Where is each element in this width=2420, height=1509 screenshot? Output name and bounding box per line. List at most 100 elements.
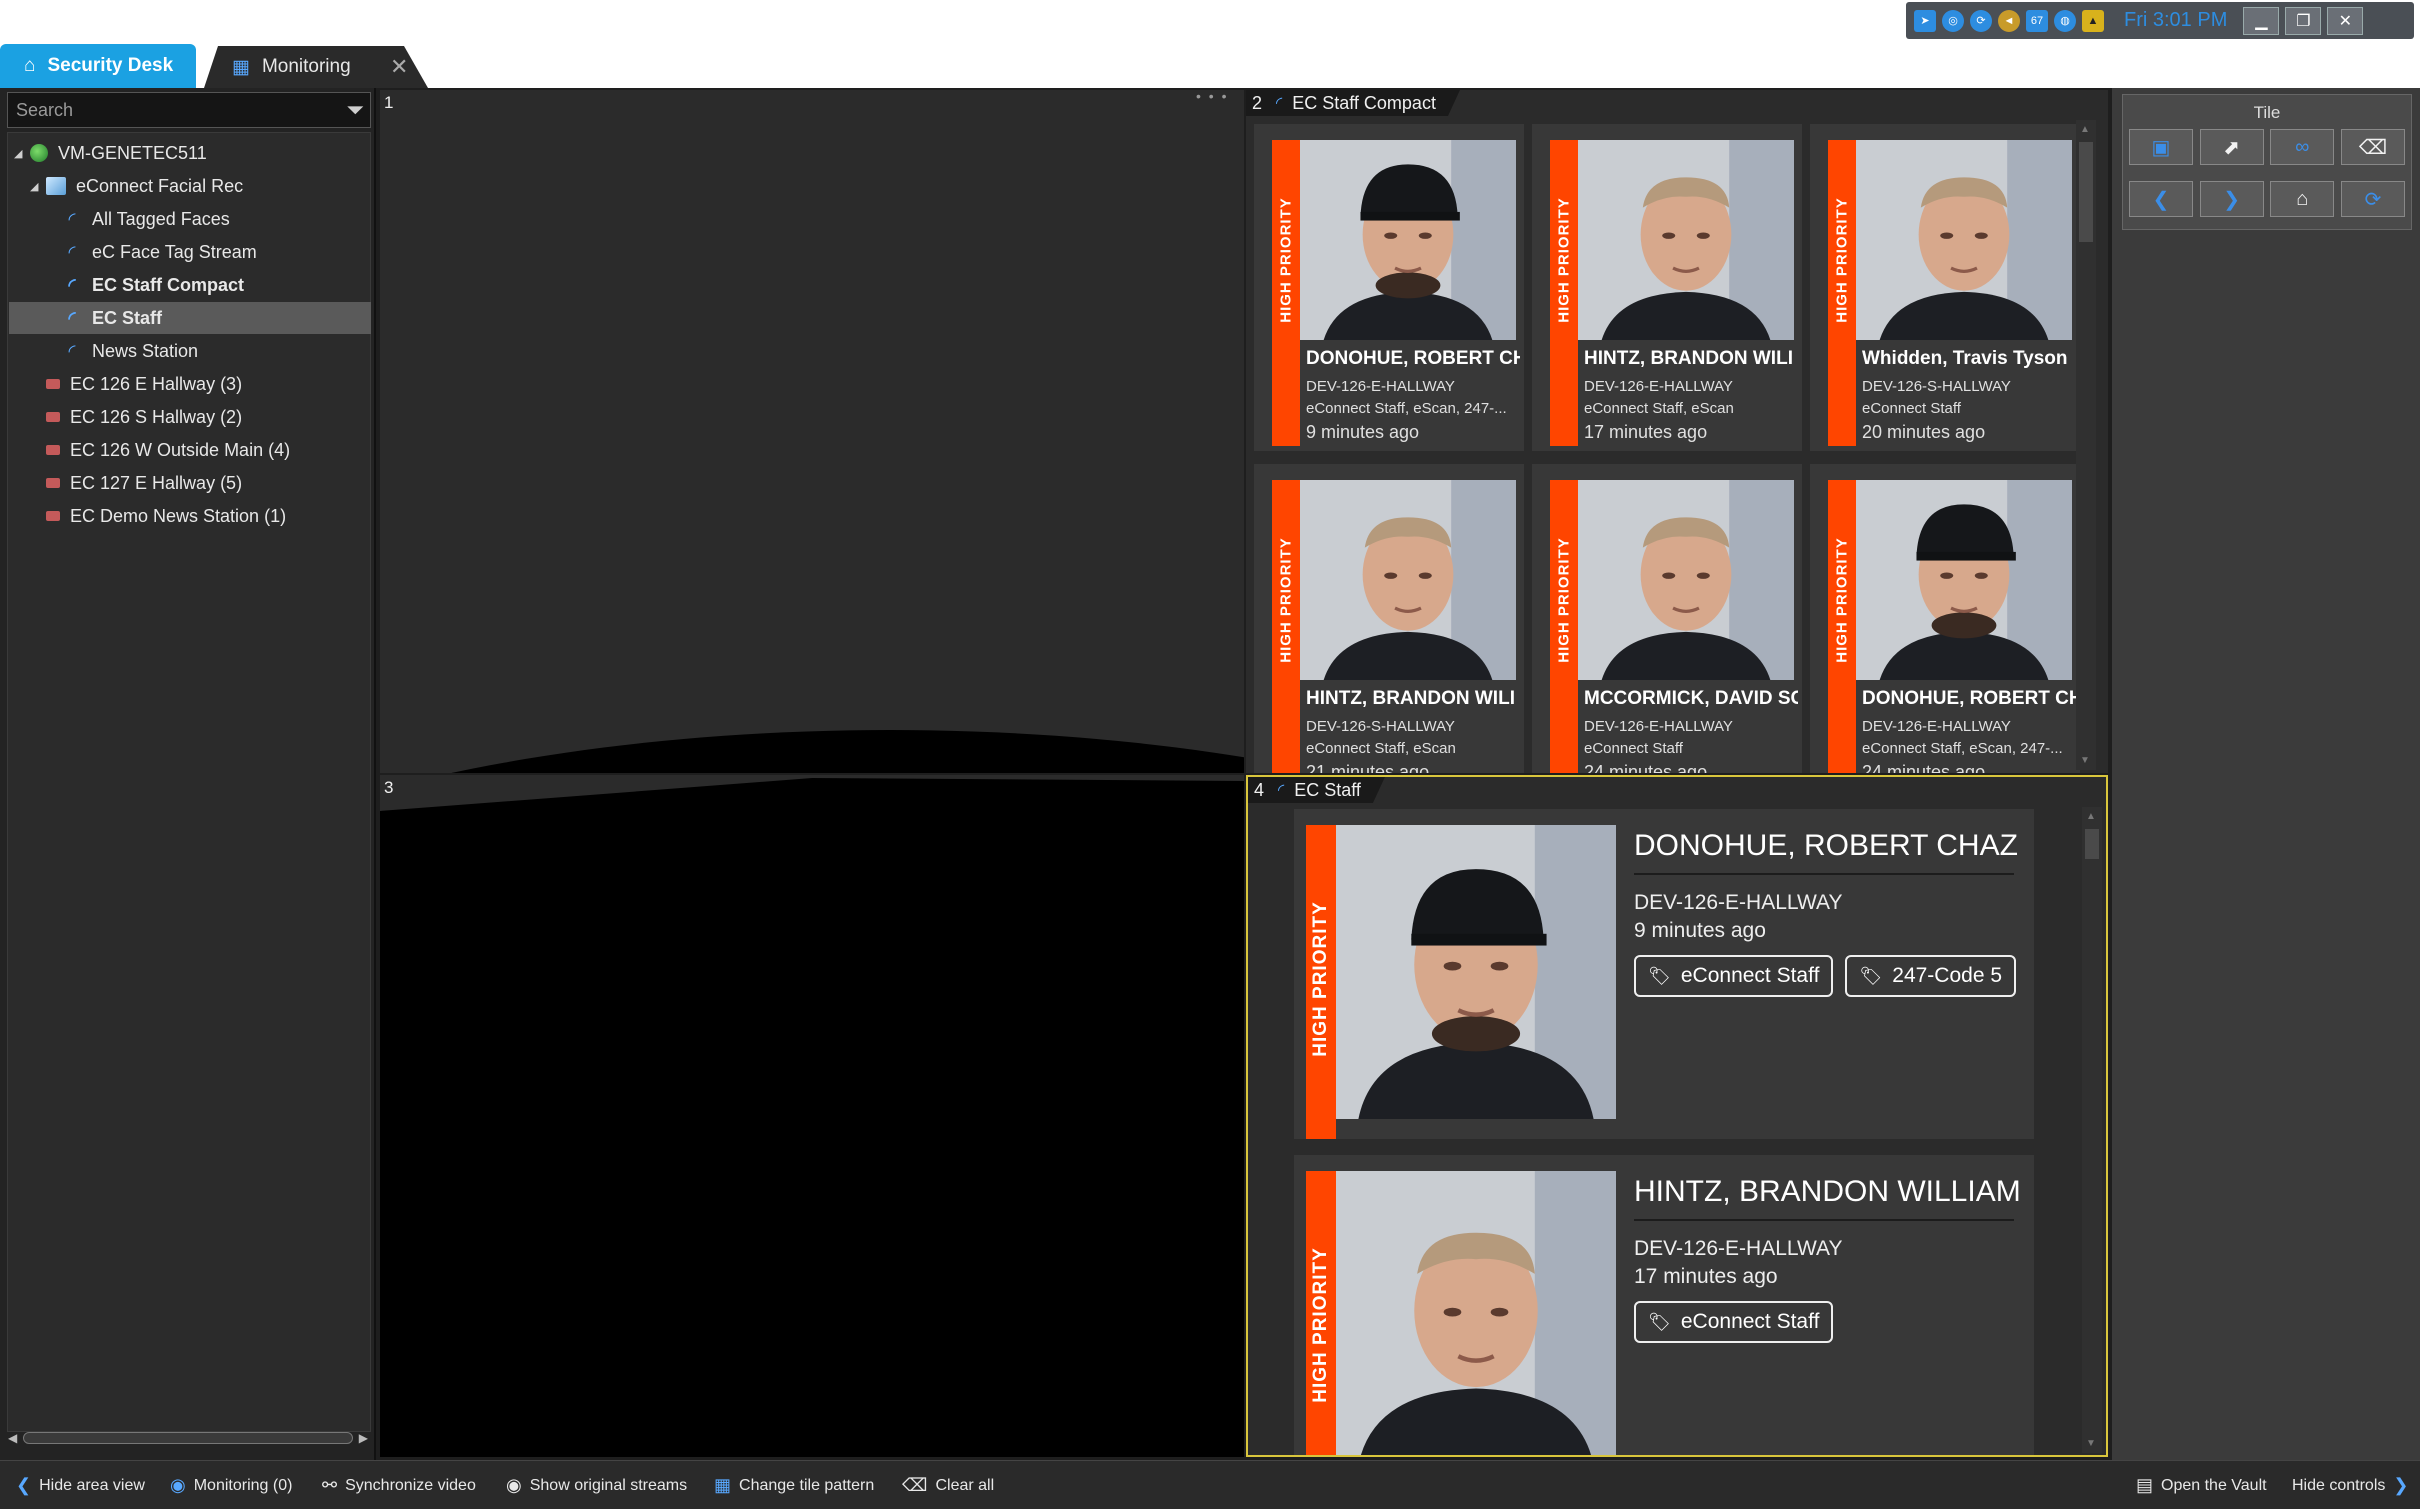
- tree-item[interactable]: EC 127 E Hallway (5): [30, 467, 242, 499]
- person-name: HINTZ, BRANDON WILI: [1584, 348, 1793, 369]
- change-tile-pattern-button[interactable]: ▦ Change tile pattern: [714, 1475, 874, 1496]
- stream-icon: ◜: [68, 208, 76, 229]
- monitoring-button[interactable]: ◉ Monitoring (0): [170, 1475, 292, 1496]
- tile-1[interactable]: 1: [380, 90, 1244, 773]
- clear-tile-button[interactable]: ⌫: [2340, 129, 2405, 165]
- tree-item[interactable]: EC 126 E Hallway (3): [30, 368, 242, 400]
- horizontal-scrollbar[interactable]: ◀ ▶: [8, 1428, 368, 1448]
- vertical-scrollbar[interactable]: ▲ ▼: [2076, 120, 2096, 770]
- synchronize-video-button[interactable]: ⚯ Synchronize video: [322, 1475, 476, 1496]
- genetec-icon[interactable]: ➤: [1914, 9, 1936, 32]
- drag-handle[interactable]: • • •: [1196, 88, 1228, 104]
- person-name: DONOHUE, ROBERT CH: [1862, 688, 2076, 709]
- close-window-button[interactable]: ✕: [2327, 6, 2364, 35]
- tree-item[interactable]: ◢ VM-GENETEC511: [14, 137, 207, 169]
- volume-icon[interactable]: ◄: [1998, 9, 2020, 32]
- expand-arrow-icon[interactable]: ◢: [14, 147, 30, 160]
- tile-2[interactable]: 2 ◜ EC Staff Compact HIGH PRIORITY DONOHU…: [1246, 90, 2108, 773]
- tree-item[interactable]: ◜ EC Staff: [9, 302, 371, 334]
- restore-button[interactable]: ❐: [2285, 6, 2322, 35]
- scroll-down-icon[interactable]: ▼: [2080, 755, 2090, 766]
- device-name: DEV-126-E-HALLWAY: [1306, 378, 1455, 395]
- globe-icon: [30, 144, 48, 162]
- priority-label: HIGH PRIORITY: [1277, 537, 1295, 663]
- device-name: DEV-126-E-HALLWAY: [1862, 718, 2011, 735]
- forward-icon[interactable]: ❯: [2199, 181, 2264, 217]
- warning-icon[interactable]: ▲: [2082, 9, 2104, 32]
- scroll-thumb[interactable]: [2079, 142, 2093, 242]
- face-card[interactable]: HIGH PRIORITY Whidden, Travis Tyson DEV-12…: [1810, 124, 2080, 451]
- tree-item-label: EC Demo News Station (1): [70, 505, 287, 526]
- network-icon[interactable]: ◎: [1942, 9, 1964, 32]
- tab-security-desk[interactable]: ⌂ Security Desk: [0, 44, 196, 88]
- tree-item[interactable]: EC 126 W Outside Main (4): [30, 434, 290, 466]
- clock: Fri 3:01 PM: [2124, 9, 2228, 31]
- scroll-right-icon[interactable]: ▶: [359, 1431, 368, 1445]
- hide-controls-button[interactable]: Hide controls ❯: [2292, 1475, 2408, 1496]
- tile-4[interactable]: 4 ◜ EC Staff HIGH PRIORITY DONOHUE, ROBER…: [1246, 775, 2108, 1457]
- face-card-large[interactable]: HIGH PRIORITY DONOHUE, ROBERT CHAZ DEV-126…: [1294, 809, 2034, 1139]
- globe-icon[interactable]: ◍: [2054, 9, 2076, 32]
- tree-item[interactable]: EC 126 S Hallway (2): [30, 401, 242, 433]
- face-card[interactable]: HIGH PRIORITY MCCORMICK, DAVID SC DEV-126-…: [1532, 464, 1802, 773]
- face-card-large[interactable]: HIGH PRIORITY HINTZ, BRANDON WILLIAM DEV-1…: [1294, 1155, 2034, 1455]
- tile-number: 1: [384, 93, 394, 112]
- home-button[interactable]: ⌂: [2270, 181, 2335, 217]
- face-card[interactable]: HIGH PRIORITY DONOHUE, ROBERT CH DEV-126-E…: [1254, 124, 1524, 451]
- controls-panel: Tile ▣ ⬈ ∞ ⌫ ❮ ❯ ⌂ ⟳: [2112, 88, 2420, 1460]
- open-vault-button[interactable]: ▤ Open the Vault: [2136, 1475, 2267, 1496]
- packing-button[interactable]: ∞: [2270, 129, 2335, 165]
- tag-list: eConnect Staff, eScan, 247-...: [1862, 740, 2063, 757]
- scroll-thumb[interactable]: [2085, 829, 2099, 859]
- face-photo: [1336, 1171, 1616, 1455]
- face-card[interactable]: HIGH PRIORITY HINTZ, BRANDON WILI DEV-126-…: [1254, 464, 1524, 773]
- face-photo: [1578, 140, 1794, 340]
- scroll-down-icon[interactable]: ▼: [2086, 1438, 2096, 1449]
- maximize-tile-button[interactable]: ▣: [2129, 129, 2193, 165]
- tree-item-label: VM-GENETEC511: [58, 142, 207, 163]
- tree-item[interactable]: ◢ eConnect Facial Rec: [30, 170, 243, 202]
- minimize-button[interactable]: ▁: [2243, 6, 2280, 35]
- search-input[interactable]: Search ⏷: [7, 92, 371, 128]
- cube-icon: [46, 177, 66, 195]
- person-name: Whidden, Travis Tyson: [1862, 348, 2068, 369]
- tree-item-label: News Station: [92, 340, 199, 361]
- show-original-streams-button[interactable]: ◉ Show original streams: [506, 1475, 687, 1496]
- clear-all-button[interactable]: ⌫ Clear all: [902, 1475, 994, 1496]
- tile-3[interactable]: 3: [380, 775, 1244, 1457]
- scroll-up-icon[interactable]: ▲: [2086, 811, 2096, 822]
- tree-item[interactable]: EC Demo News Station (1): [30, 500, 286, 532]
- face-photo: [1856, 480, 2072, 680]
- eye-icon: ◉: [506, 1475, 522, 1495]
- refresh-icon[interactable]: ⟳: [2340, 181, 2405, 217]
- hide-area-view-button[interactable]: ❮ Hide area view: [16, 1475, 145, 1496]
- tree-item[interactable]: ◜ All Tagged Faces: [46, 203, 230, 235]
- vertical-scrollbar[interactable]: ▲ ▼: [2082, 807, 2102, 1453]
- face-card[interactable]: HIGH PRIORITY HINTZ, BRANDON WILI DEV-126-…: [1532, 124, 1802, 451]
- tag-icon: 🏷︎: [1648, 1311, 1671, 1332]
- sync-icon[interactable]: ⟳: [1970, 9, 1992, 32]
- scroll-thumb[interactable]: [23, 1432, 353, 1444]
- face-card[interactable]: HIGH PRIORITY DONOHUE, ROBERT CH DEV-126-E…: [1810, 464, 2080, 773]
- back-icon[interactable]: ❮: [2129, 181, 2193, 217]
- priority-label: HIGH PRIORITY: [1310, 1247, 1331, 1403]
- tag-chip[interactable]: 🏷︎ eConnect Staff: [1634, 955, 1834, 997]
- tree-item[interactable]: ◜ eC Face Tag Stream: [46, 236, 257, 268]
- tag-chip[interactable]: 🏷︎ eConnect Staff: [1634, 1301, 1834, 1343]
- priority-band: HIGH PRIORITY: [1306, 1171, 1336, 1455]
- camera-icon: [46, 412, 60, 422]
- fullscreen-button[interactable]: ⬈: [2199, 129, 2264, 165]
- tree-item[interactable]: ◜ EC Staff Compact: [46, 269, 245, 301]
- tag-chip[interactable]: 🏷︎ 247-Code 5: [1845, 955, 2017, 997]
- chevron-right-icon: ❯: [2393, 1475, 2409, 1495]
- scroll-left-icon[interactable]: ◀: [8, 1431, 17, 1445]
- filter-icon[interactable]: ⏷: [346, 97, 364, 123]
- expand-arrow-icon[interactable]: ◢: [30, 180, 46, 193]
- scroll-up-icon[interactable]: ▲: [2080, 124, 2090, 135]
- detected-time: 9 minutes ago: [1634, 919, 1766, 942]
- tree-item[interactable]: ◜ News Station: [46, 335, 199, 367]
- close-tab-icon[interactable]: ✕: [390, 54, 408, 80]
- priority-label: HIGH PRIORITY: [1833, 197, 1851, 323]
- notification-icon[interactable]: 67: [2026, 9, 2048, 32]
- face-photo: [1300, 480, 1516, 680]
